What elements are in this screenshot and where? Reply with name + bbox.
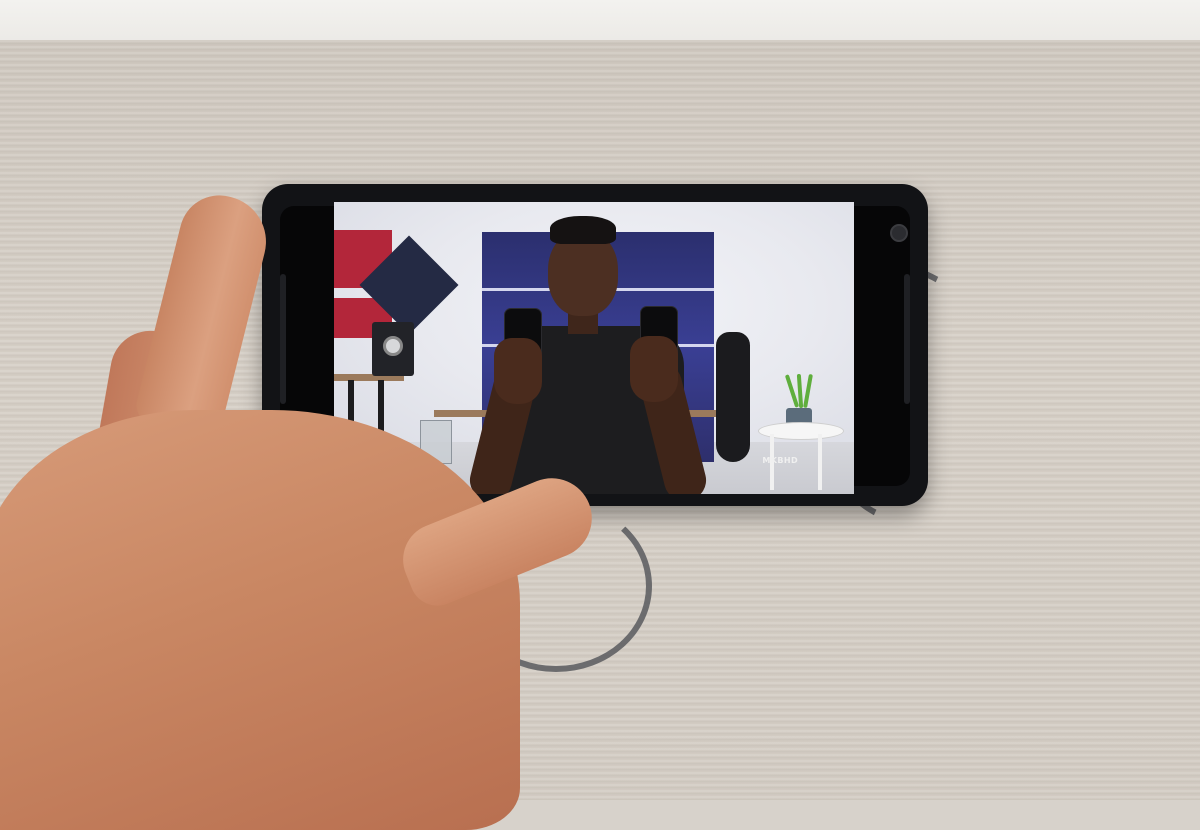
speaker-cone (383, 336, 403, 356)
holding-hand-palm (0, 410, 520, 830)
guitar-case (716, 332, 750, 462)
side-table-leg (818, 434, 822, 490)
person-hand-right (630, 336, 678, 402)
video-watermark: MKBHD (762, 456, 798, 465)
front-speaker-left (280, 274, 286, 404)
person-hand-left (494, 338, 542, 404)
person-hair (550, 216, 616, 244)
front-speaker-right (904, 274, 910, 404)
studio-monitor-speaker (372, 322, 414, 376)
front-camera-icon (890, 224, 908, 242)
